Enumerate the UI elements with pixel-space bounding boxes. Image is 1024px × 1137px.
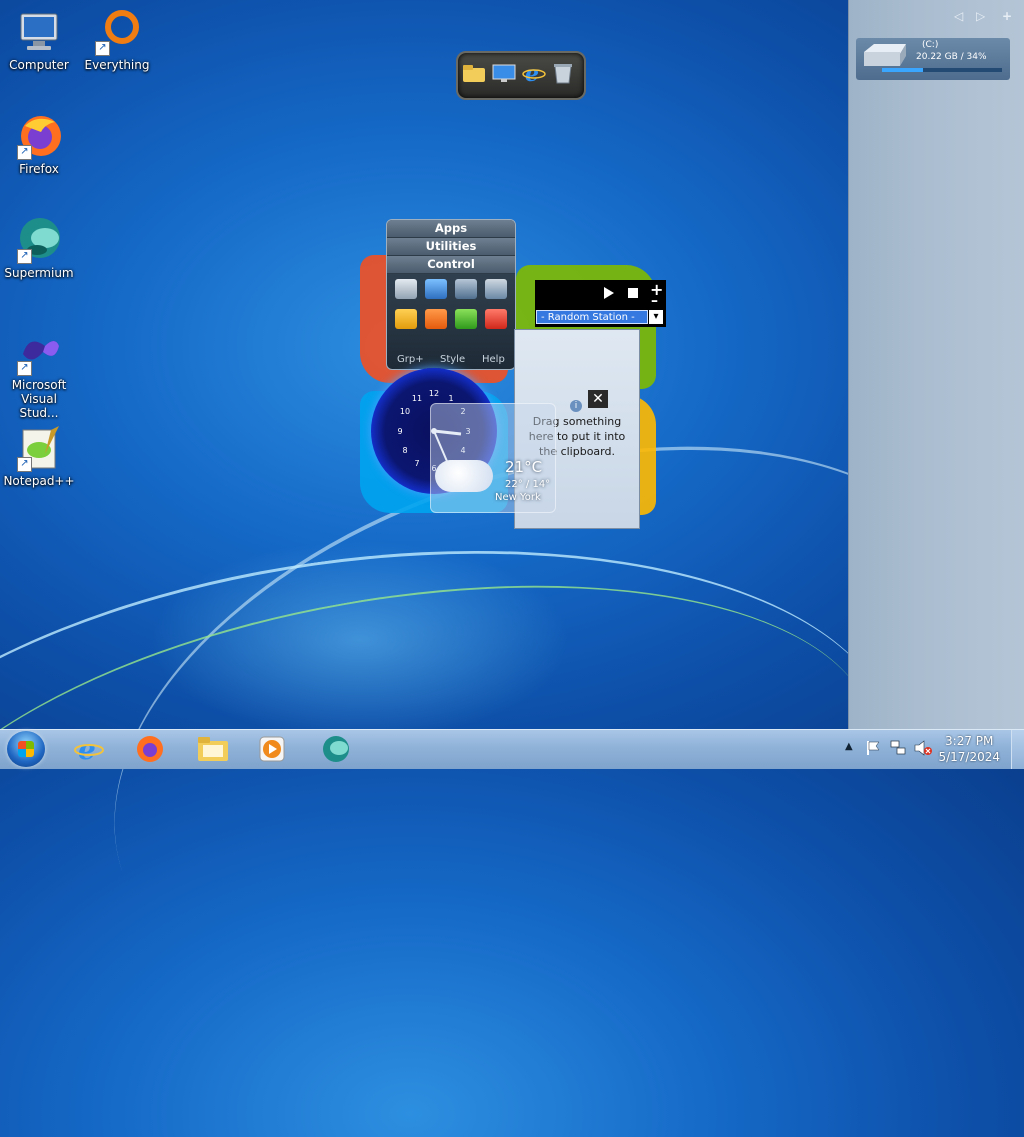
volume-down-icon[interactable]: – [651,293,658,309]
sidebar-prev-icon[interactable]: ◁ [954,9,963,23]
menu-footer-help[interactable]: Help [482,354,505,365]
weather-gadget[interactable]: 21°C 22° / 14° New York [430,403,556,513]
sidebar-next-icon[interactable]: ▷ [976,9,985,23]
everything-search-icon: ↗ [93,8,141,56]
clock-time: 3:27 PM [945,734,994,748]
taskbar-clock[interactable]: 3:27 PM 5/17/2024 [938,733,1000,765]
menu-row-apps[interactable]: Apps [387,220,515,238]
desktop-icon-supermium[interactable]: ↗ Supermium [1,216,77,280]
desktop-icon-notepadpp[interactable]: ↗ Notepad++ [1,424,77,488]
firefox-icon [135,734,165,767]
show-desktop-button[interactable] [1011,730,1024,769]
internet-explorer-icon: e [74,733,104,767]
show-hidden-icons-icon[interactable]: ▲ [845,741,853,752]
weather-range: 22° / 14° [505,479,551,490]
drive-info: 20.22 GB / 34% [916,52,987,62]
visual-studio-icon: ↗ [15,328,63,376]
clock-date: 5/17/2024 [938,750,1000,764]
shortcut-arrow-icon: ↗ [95,41,110,56]
lock-icon[interactable] [395,309,417,329]
folder-icon[interactable] [462,63,486,83]
shortcut-arrow-icon: ↗ [17,361,32,376]
action-center-flag-icon[interactable] [866,740,880,756]
taskbar-firefox[interactable] [125,733,175,767]
svg-text:e: e [78,734,96,764]
cloud-icon [435,460,493,492]
sidebar [848,0,1024,729]
chevron-down-icon[interactable]: ▾ [649,310,663,324]
taskbar-media-player[interactable] [247,733,297,767]
menu-footer-style[interactable]: Style [440,354,465,365]
app-launcher-gadget: e [456,51,586,100]
supermium-icon [321,734,351,767]
desktop-icon-everything[interactable]: ↗ Everything [79,8,155,72]
notepadpp-icon: ↗ [15,424,63,472]
svg-text:10: 10 [400,407,410,416]
svg-text:9: 9 [397,427,402,436]
menu-footer-group[interactable]: Grp+ [397,354,424,365]
recycle-bin-icon[interactable] [395,279,417,299]
desktop-icon-computer[interactable]: Computer [1,8,77,72]
hard-drive-icon [860,42,908,68]
drive-gadget[interactable]: (C:) 20.22 GB / 34% [856,38,1010,80]
station-select[interactable]: - Random Station - [536,310,648,324]
restart-icon[interactable] [455,309,477,329]
file-explorer-icon [197,735,229,766]
radio-gadget: + – - Random Station - ▾ [535,280,666,327]
supermium-icon: ↗ [15,216,63,264]
svg-text:11: 11 [412,394,422,403]
weather-temp: 21°C [505,458,543,476]
shortcut-arrow-icon: ↗ [17,145,32,160]
launcher-menu-gadget: Apps Utilities Control Grp+ Style Help [386,219,516,370]
network-icon[interactable] [890,740,906,756]
taskbar-file-explorer[interactable] [188,733,238,767]
svg-text:1: 1 [448,394,453,403]
svg-text:12: 12 [429,389,439,398]
svg-text:e: e [525,61,539,85]
taskbar-supermium[interactable] [311,733,361,767]
taskbar-internet-explorer[interactable]: e [64,733,114,767]
drive-letter: (C:) [922,40,939,50]
svg-text:7: 7 [414,459,419,468]
info-icon[interactable]: i [570,400,582,412]
svg-text:8: 8 [402,446,407,455]
menu-row-utilities[interactable]: Utilities [387,238,515,256]
taskbar: e ▲ 3:27 PM 5/17/2024 [0,729,1024,769]
drive-usage-bar [882,68,1002,72]
power-icon[interactable] [425,309,447,329]
computer-icon [15,8,63,56]
shortcut-arrow-icon: ↗ [17,249,32,264]
laptop-icon[interactable] [425,279,447,299]
play-icon[interactable] [604,287,614,299]
volume-muted-icon[interactable] [914,740,932,756]
wallpaper-glow [150,540,570,740]
desktop-icon-visual-studio[interactable]: ↗ Microsoft Visual Stud... [1,328,77,420]
shortcut-arrow-icon: ↗ [17,457,32,472]
weather-city: New York [495,492,541,503]
start-button[interactable] [7,731,45,767]
desktop-icon-firefox[interactable]: ↗ Firefox [1,112,77,176]
display-settings-icon[interactable] [455,279,477,299]
computer-pen-icon[interactable] [485,279,507,299]
shutdown-icon[interactable] [485,309,507,329]
stop-icon[interactable] [628,288,638,298]
sidebar-add-gadget-icon[interactable]: + [1002,9,1012,23]
menu-row-control[interactable]: Control [387,256,515,274]
media-player-icon [257,734,287,767]
internet-explorer-icon[interactable]: e [522,61,546,87]
drive-usage-fill [882,68,923,72]
monitor-icon[interactable] [492,63,516,83]
windows-logo-icon [18,741,34,757]
close-button[interactable]: ✕ [588,390,608,408]
recycle-bin-icon[interactable] [552,62,574,84]
firefox-icon: ↗ [15,112,63,160]
